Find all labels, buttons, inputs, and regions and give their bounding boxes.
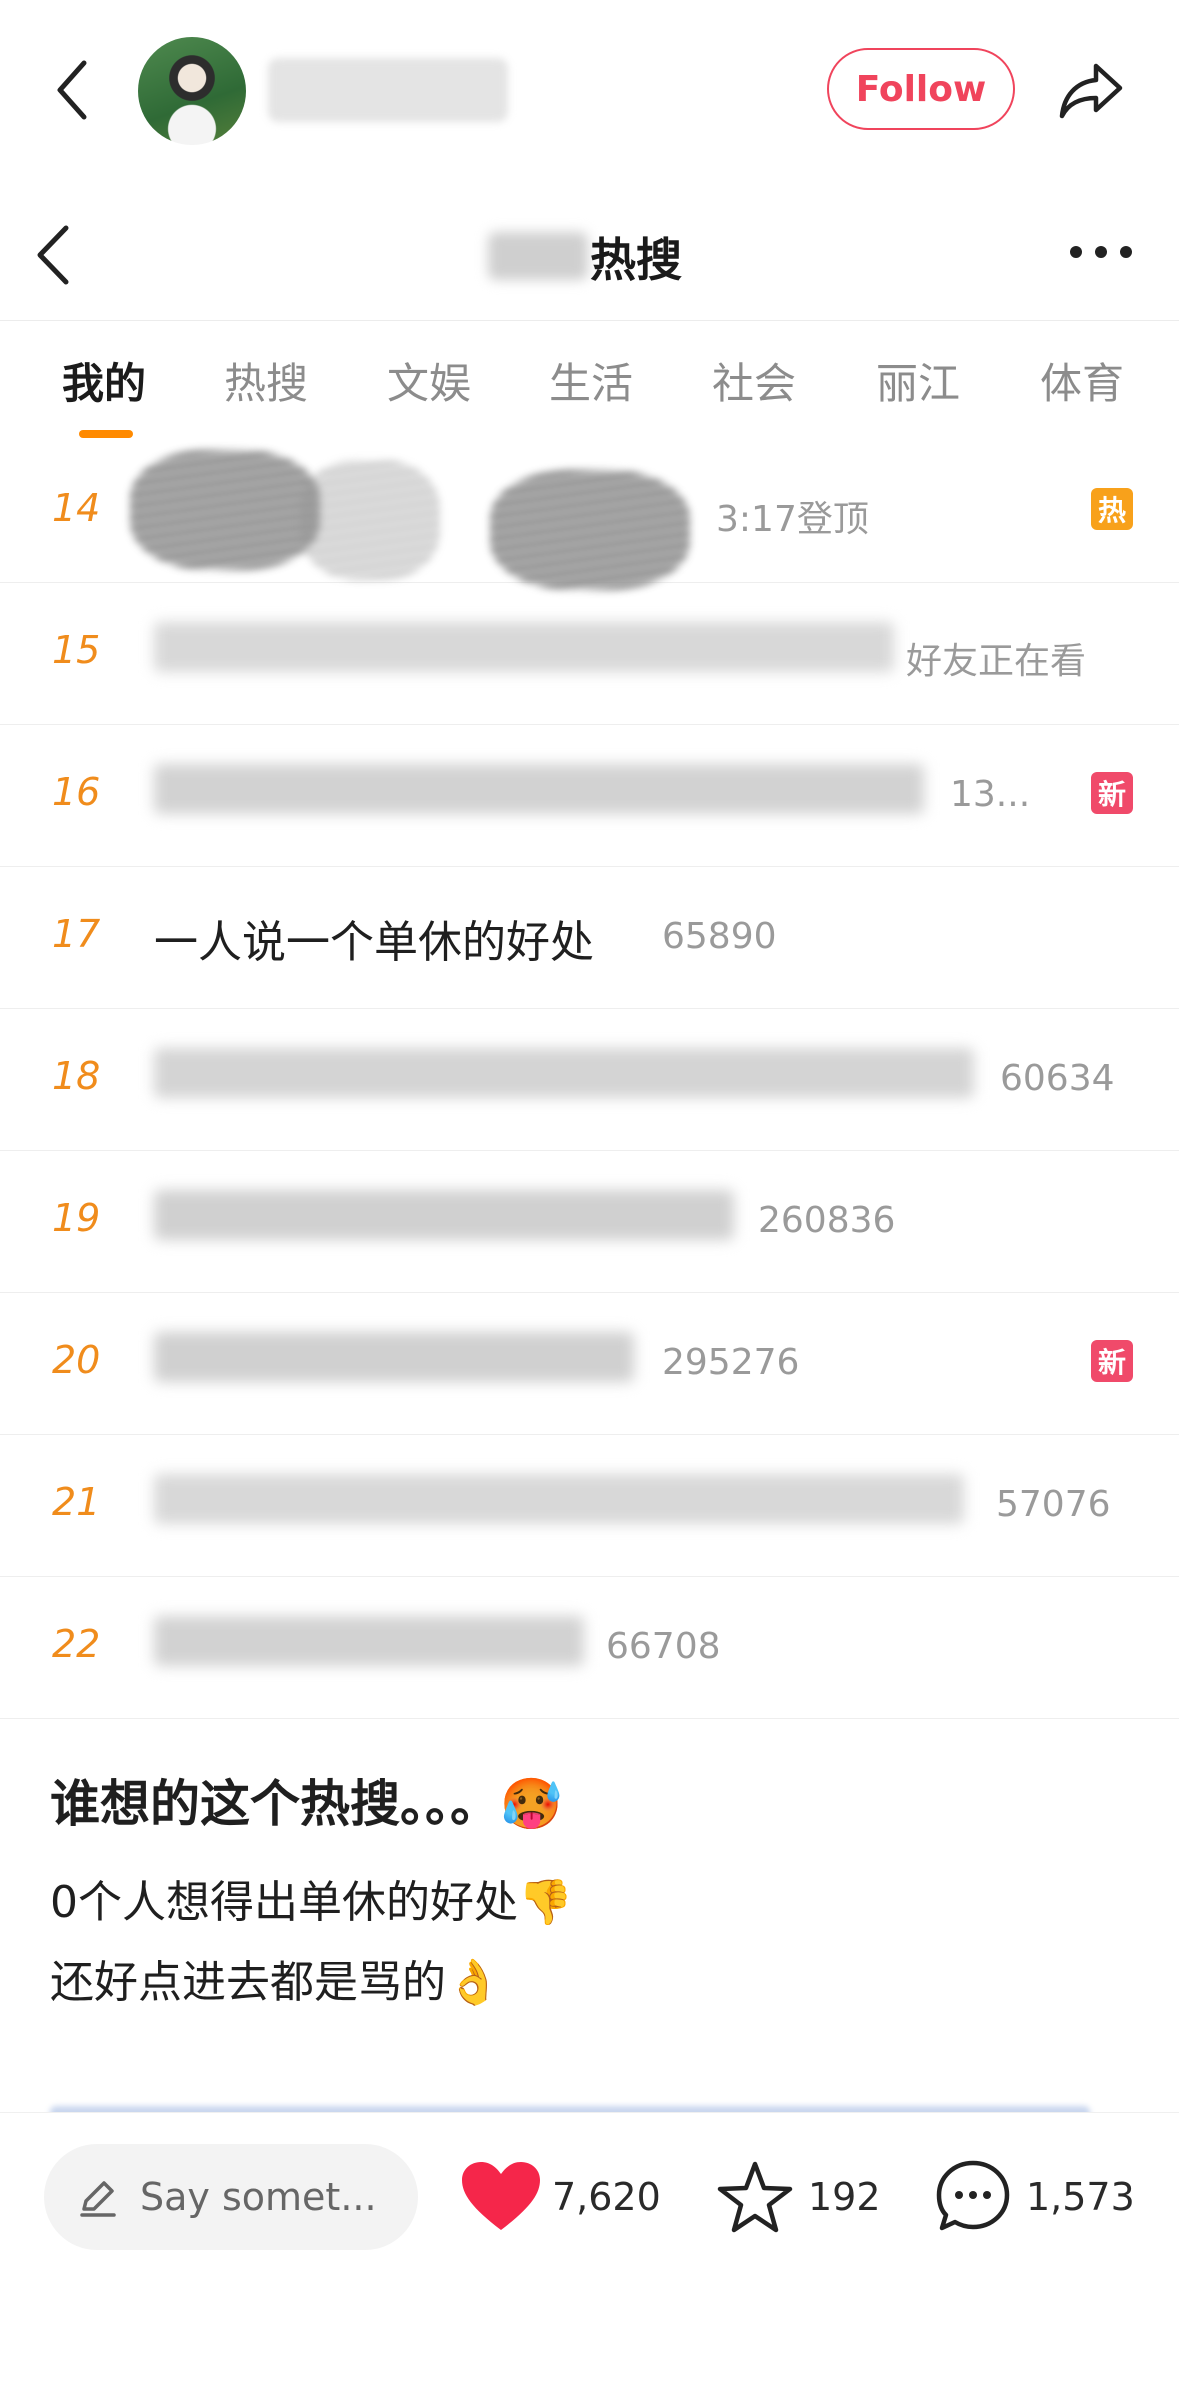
new-badge: 新 <box>1091 1340 1133 1382</box>
rank-number: 15 <box>52 628 101 672</box>
comment-placeholder: Say somet... <box>140 2175 377 2219</box>
favorite-count: 192 <box>808 2175 881 2219</box>
row-meta: 66708 <box>606 1626 721 1667</box>
topic-redacted <box>154 764 924 814</box>
post-title: 谁想的这个热搜。。。🥵 <box>50 1775 563 1833</box>
new-badge: 新 <box>1091 772 1133 814</box>
category-tabs: 我的 热搜 文娱 生活 社会 丽江 体育 <box>0 350 1179 440</box>
rank-number: 16 <box>52 770 101 814</box>
list-item: 15 好友正在看 <box>0 582 1179 725</box>
rank-number: 19 <box>52 1196 101 1240</box>
redaction-scribble <box>490 470 690 590</box>
list-item: 22 66708 <box>0 1576 1179 1719</box>
page-title: 热搜 <box>590 233 682 287</box>
row-meta: 295276 <box>662 1342 800 1383</box>
tab-lijiang: 丽江 <box>876 359 961 408</box>
avatar[interactable] <box>138 37 246 145</box>
tab-mine: 我的 <box>62 359 147 408</box>
list-item: 16 13... 新 <box>0 724 1179 867</box>
list-item: 19 260836 <box>0 1150 1179 1293</box>
row-meta: 65890 <box>662 916 777 957</box>
title-redacted <box>488 232 588 280</box>
username[interactable] <box>268 58 508 122</box>
star-icon[interactable] <box>716 2160 794 2234</box>
active-tab-indicator <box>79 430 133 438</box>
topic-redacted <box>154 1474 964 1524</box>
topic-redacted <box>154 1190 734 1240</box>
heart-icon[interactable] <box>460 2160 542 2234</box>
comment-input[interactable]: Say somet... <box>44 2144 418 2250</box>
comment-count: 1,573 <box>1026 2175 1135 2219</box>
list-item: 14 3:17登顶 热 <box>0 440 1179 590</box>
rank-number: 14 <box>52 486 101 530</box>
pencil-icon <box>80 2181 116 2217</box>
redaction-scribble <box>300 460 440 580</box>
topic-title: 一人说一个单休的好处 <box>154 917 594 968</box>
share-icon[interactable] <box>1058 60 1124 122</box>
back-icon <box>37 225 69 285</box>
comment-icon[interactable] <box>934 2158 1012 2236</box>
rank-number: 18 <box>52 1054 101 1098</box>
more-icon <box>1070 246 1132 258</box>
back-icon[interactable] <box>48 55 98 125</box>
list-item: 21 57076 <box>0 1434 1179 1577</box>
row-meta: 好友正在看 <box>906 641 1087 682</box>
topic-redacted <box>154 1332 634 1382</box>
list-item[interactable]: 17 一人说一个单休的好处 65890 <box>0 866 1179 1009</box>
like-count: 7,620 <box>552 2175 661 2219</box>
tab-hot: 热搜 <box>224 359 309 408</box>
topic-redacted <box>154 1616 584 1666</box>
follow-button[interactable]: Follow <box>827 48 1015 130</box>
row-meta: 3:17登顶 <box>716 499 869 540</box>
tab-life: 生活 <box>549 359 634 408</box>
topic-redacted <box>154 1048 974 1098</box>
rank-number: 20 <box>52 1338 101 1382</box>
row-meta: 57076 <box>996 1484 1111 1525</box>
rank-number: 22 <box>52 1622 101 1666</box>
tab-sports: 体育 <box>1040 359 1125 408</box>
tab-society: 社会 <box>712 359 797 408</box>
hot-badge: 热 <box>1091 488 1133 530</box>
tab-entertainment: 文娱 <box>387 359 472 408</box>
post-body-line: 0个人想得出单休的好处👎 <box>50 1877 573 1928</box>
row-meta: 60634 <box>1000 1058 1115 1099</box>
rank-number: 17 <box>52 912 101 956</box>
post-body-line: 还好点进去都是骂的👌 <box>50 1957 501 2008</box>
topic-redacted <box>154 622 894 672</box>
rank-number: 21 <box>52 1480 101 1524</box>
list-item: 18 60634 <box>0 1008 1179 1151</box>
row-meta: 260836 <box>758 1200 896 1241</box>
row-meta: 13... <box>950 774 1031 815</box>
list-item: 20 295276 新 <box>0 1292 1179 1435</box>
redaction-scribble <box>130 450 320 570</box>
